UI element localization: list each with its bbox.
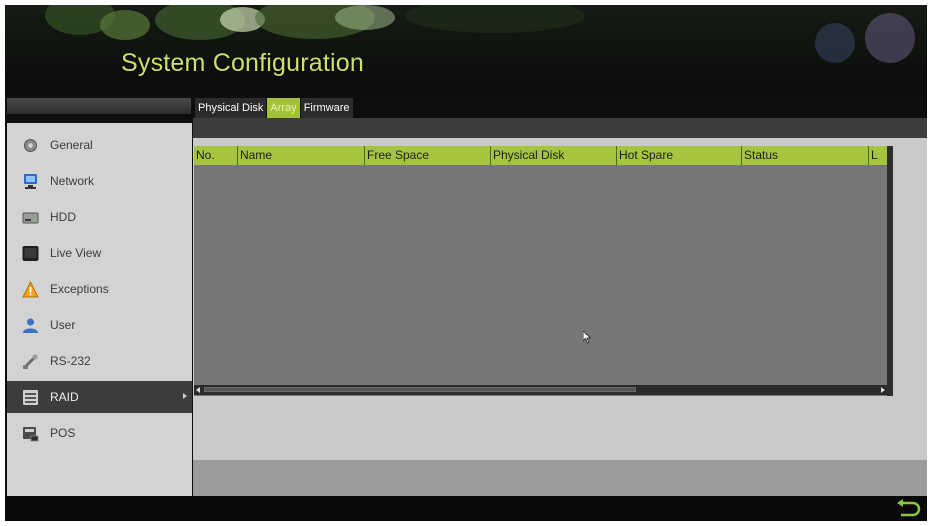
- sidebar-item-label: RAID: [50, 390, 79, 404]
- column-header-l[interactable]: L: [869, 146, 887, 165]
- content-toolbar: [193, 118, 927, 138]
- bokeh-decoration: [815, 23, 855, 63]
- scroll-right-icon[interactable]: [881, 387, 885, 393]
- sidebar-item-general[interactable]: General: [7, 129, 192, 161]
- page-title: System Configuration: [121, 49, 365, 77]
- gear-icon: [22, 137, 39, 154]
- raid-icon: [22, 389, 39, 406]
- content-footer-panel: [193, 460, 927, 496]
- back-button[interactable]: [895, 499, 921, 519]
- return-icon: [897, 499, 921, 517]
- sidebar-item-label: Network: [50, 174, 95, 188]
- sidebar-item-hdd[interactable]: HDD: [7, 201, 192, 233]
- hdd-icon: [22, 209, 39, 226]
- sidebar-header-bar: [7, 98, 191, 114]
- sidebar-item-label: POS: [50, 426, 76, 440]
- sidebar-item-network[interactable]: Network: [7, 165, 192, 197]
- table-header: No. Name Free Space Physical Disk Hot Sp…: [194, 146, 887, 165]
- pos-icon: [22, 425, 39, 442]
- column-header-physical-disk[interactable]: Physical Disk: [491, 146, 617, 165]
- scroll-left-icon[interactable]: [196, 387, 200, 393]
- footer-bar: [5, 496, 927, 521]
- sidebar-item-pos[interactable]: POS: [7, 417, 192, 449]
- tab-firmware[interactable]: Firmware: [300, 98, 353, 118]
- column-header-free-space[interactable]: Free Space: [365, 146, 491, 165]
- array-table[interactable]: No. Name Free Space Physical Disk Hot Sp…: [194, 146, 887, 396]
- monitor-icon: [22, 245, 39, 262]
- foliage-decoration: [335, 5, 395, 30]
- mouse-cursor: [582, 330, 592, 349]
- foliage-decoration: [100, 10, 150, 40]
- column-header-name[interactable]: Name: [238, 146, 365, 165]
- sidebar-item-label: User: [50, 318, 76, 332]
- column-header-hot-spare[interactable]: Hot Spare: [617, 146, 742, 165]
- sidebar-item-live-view[interactable]: Live View: [7, 237, 192, 269]
- horizontal-scrollbar[interactable]: [194, 385, 887, 395]
- sidebar-item-label: RS-232: [50, 354, 91, 368]
- chevron-right-icon: [183, 393, 187, 399]
- sidebar-item-label: Exceptions: [50, 282, 109, 296]
- sidebar-item-user[interactable]: User: [7, 309, 192, 341]
- scrollbar-thumb[interactable]: [204, 387, 636, 392]
- warning-icon: [22, 280, 39, 298]
- foliage-decoration: [405, 5, 585, 33]
- sidebar-menu: General Network HDD Live View Exceptions: [7, 123, 192, 496]
- tab-array[interactable]: Array: [267, 98, 300, 118]
- sidebar-item-raid[interactable]: RAID: [7, 381, 192, 413]
- sidebar-item-label: General: [50, 138, 93, 152]
- user-icon: [22, 317, 39, 334]
- tab-physical-disk[interactable]: Physical Disk: [195, 98, 267, 118]
- sidebar-item-label: Live View: [50, 246, 102, 260]
- serial-port-icon: [22, 353, 39, 370]
- tab-bar: Physical Disk Array Firmware: [195, 98, 354, 118]
- column-header-status[interactable]: Status: [742, 146, 869, 165]
- app-window: System Configuration General Network HDD: [5, 5, 927, 521]
- bokeh-decoration: [865, 13, 915, 63]
- network-icon: [22, 173, 39, 190]
- table-right-edge: [887, 146, 893, 396]
- header-banner: System Configuration: [5, 5, 927, 95]
- sidebar-item-label: HDD: [50, 210, 76, 224]
- column-header-no[interactable]: No.: [194, 146, 238, 165]
- sidebar-item-rs232[interactable]: RS-232: [7, 345, 192, 377]
- sidebar-item-exceptions[interactable]: Exceptions: [7, 273, 192, 305]
